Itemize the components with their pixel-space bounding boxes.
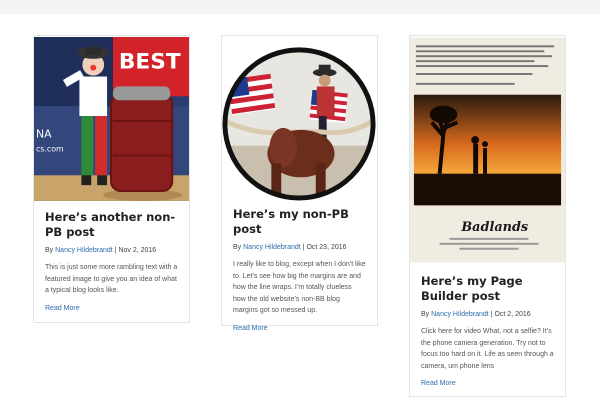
post-excerpt: This is just some more rambling text wit…: [45, 264, 178, 294]
post-card: Badlands Here’s my Page Builder post By …: [409, 35, 566, 397]
meta-separator: |: [302, 244, 305, 251]
post-meta: By Nancy Hildebrandt | Oct 23, 2016: [233, 243, 366, 253]
read-more-link[interactable]: Read More: [233, 325, 268, 332]
byline-prefix: By: [421, 311, 430, 318]
poster-title: Badlands: [460, 220, 528, 235]
post-date: Oct 23, 2016: [306, 244, 347, 251]
author-link[interactable]: Nancy Hildebrandt: [243, 244, 301, 251]
post-card: Here’s my non-PB post By Nancy Hildebran…: [221, 35, 378, 332]
post-excerpt: Click here for video What, not a selfie?…: [421, 328, 554, 370]
post-featured-image[interactable]: BEST NA cs.com: [34, 36, 189, 202]
banner-text: BEST: [119, 50, 181, 75]
svg-text:cs.com: cs.com: [36, 145, 64, 154]
read-more-link[interactable]: Read More: [45, 305, 80, 312]
post-title[interactable]: Here’s my Page Builder post: [421, 274, 554, 304]
author-link[interactable]: Nancy Hildebrandt: [431, 311, 489, 318]
post-excerpt: I really like to blog, except when I don…: [233, 261, 366, 314]
post-date: Nov 2, 2016: [118, 247, 157, 254]
post-title[interactable]: Here’s my non-PB post: [233, 207, 366, 237]
post-meta: By Nancy Hildebrandt | Nov 2, 2016: [45, 246, 178, 256]
read-more-link[interactable]: Read More: [421, 380, 456, 387]
post-date: Oct 2, 2016: [494, 311, 531, 318]
top-bar: [0, 0, 600, 14]
post-title[interactable]: Here’s another non-PB post: [45, 210, 178, 240]
svg-text:NA: NA: [36, 128, 52, 141]
meta-separator: |: [490, 311, 493, 318]
post-card: BEST NA cs.com Here’s another non-PB pos…: [33, 35, 190, 323]
byline-prefix: By: [233, 244, 242, 251]
author-link[interactable]: Nancy Hildebrandt: [55, 247, 113, 254]
byline-prefix: By: [45, 247, 54, 254]
meta-separator: |: [114, 247, 117, 254]
post-featured-image[interactable]: Badlands: [410, 36, 565, 264]
post-meta: By Nancy Hildebrandt | Oct 2, 2016: [421, 310, 554, 320]
post-featured-image[interactable]: [222, 36, 377, 201]
